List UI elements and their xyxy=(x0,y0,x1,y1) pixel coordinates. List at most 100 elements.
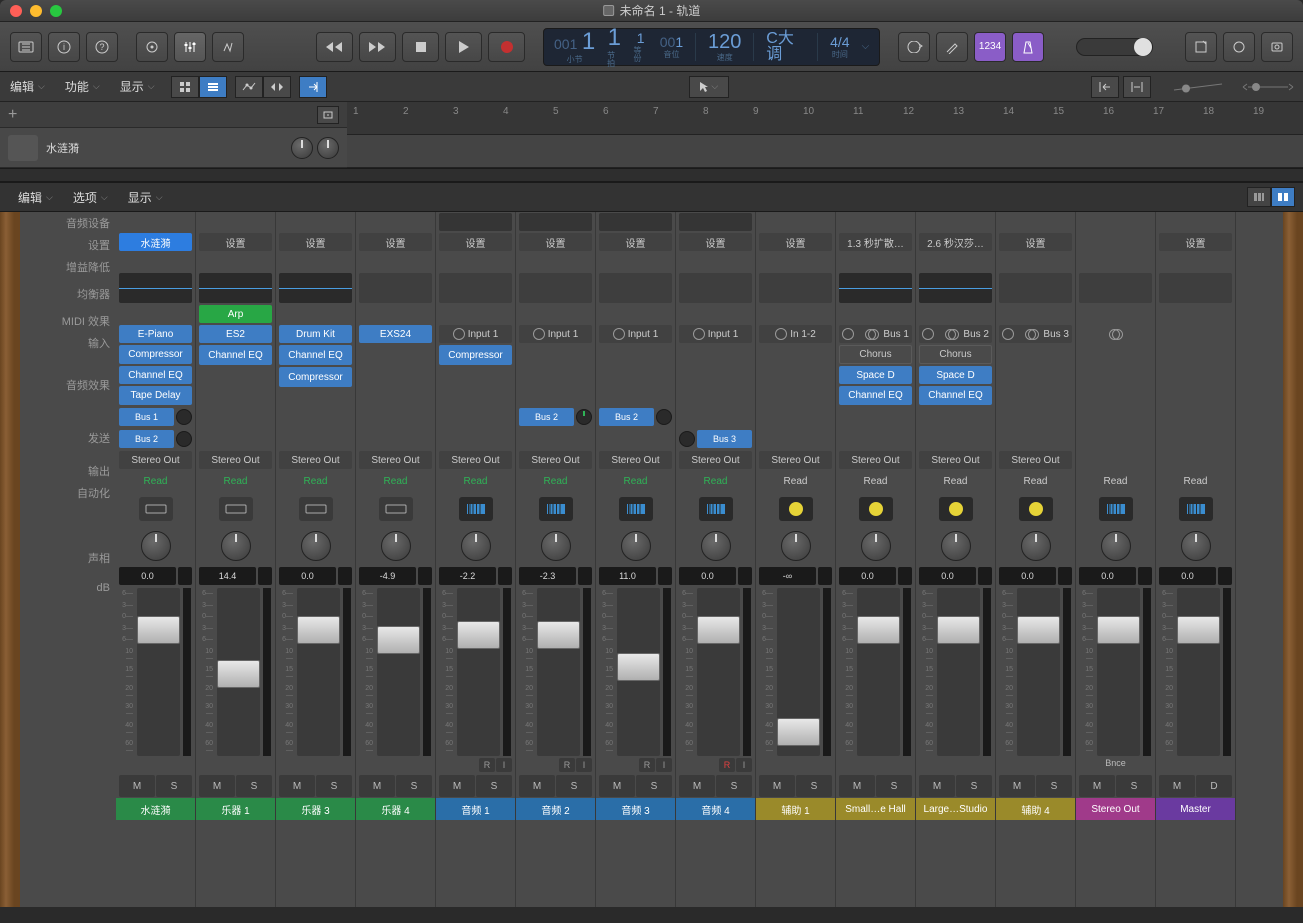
input-slot[interactable]: Bus 2 xyxy=(919,325,992,343)
automation-mode[interactable]: Read xyxy=(1079,471,1152,491)
db-value[interactable]: 0.0 xyxy=(279,567,336,585)
mute-button[interactable]: M xyxy=(1079,775,1115,797)
automation-mode[interactable]: Read xyxy=(759,471,832,491)
audiofx-slot[interactable]: Chorus xyxy=(919,345,992,364)
channel-name[interactable]: 辅助 4 xyxy=(996,798,1075,820)
input-slot[interactable]: In 1-2 xyxy=(759,325,832,343)
input-slot[interactable]: E-Piano xyxy=(119,325,192,343)
db-value[interactable]: 0.0 xyxy=(839,567,896,585)
minimize-window[interactable] xyxy=(30,5,42,17)
record-button[interactable] xyxy=(488,32,525,62)
mixer-wide-view[interactable] xyxy=(1271,187,1295,207)
channel-icon[interactable] xyxy=(219,497,253,521)
volume-fader[interactable] xyxy=(937,588,980,756)
view-grid[interactable] xyxy=(171,76,199,98)
mute-button[interactable]: M xyxy=(759,775,795,797)
pan-knob[interactable] xyxy=(1021,531,1051,561)
pan-knob[interactable] xyxy=(861,531,891,561)
channel-icon[interactable] xyxy=(859,497,893,521)
smart-controls-button[interactable] xyxy=(136,32,168,62)
solo-button[interactable]: S xyxy=(476,775,512,797)
db-value[interactable]: 0.0 xyxy=(919,567,976,585)
mixer-narrow-view[interactable] xyxy=(1247,187,1271,207)
send-slot[interactable]: Bus 2 xyxy=(519,408,574,426)
mixer-button[interactable] xyxy=(174,32,206,62)
track-vol-knob[interactable] xyxy=(291,137,313,159)
lcd-display[interactable]: 001 1小节 1节拍 1等份 001音位 120速度 C大调 4/4时间 ⌵ xyxy=(543,28,880,66)
channel-icon[interactable] xyxy=(1179,497,1213,521)
eq-thumbnail[interactable] xyxy=(439,273,512,303)
input-slot[interactable]: Drum Kit xyxy=(279,325,352,343)
input-monitor[interactable]: I xyxy=(576,758,592,772)
eq-thumbnail[interactable] xyxy=(999,273,1072,303)
solo-button[interactable]: S xyxy=(1036,775,1072,797)
automation-toggle[interactable] xyxy=(235,76,263,98)
output-slot[interactable]: Stereo Out xyxy=(679,451,752,469)
eq-thumbnail[interactable] xyxy=(519,273,592,303)
send-level-knob[interactable] xyxy=(576,409,592,425)
solo-button[interactable]: S xyxy=(236,775,272,797)
setting-slot[interactable]: 设置 xyxy=(199,233,272,251)
db-value[interactable]: 0.0 xyxy=(119,567,176,585)
setting-slot[interactable]: 2.6 秒汉莎… xyxy=(919,233,992,251)
eq-thumbnail[interactable] xyxy=(359,273,432,303)
mute-button[interactable]: M xyxy=(279,775,315,797)
help-button[interactable]: ? xyxy=(86,32,118,62)
output-slot[interactable]: Stereo Out xyxy=(119,451,192,469)
send-slot[interactable]: Bus 1 xyxy=(119,408,174,426)
send-level-knob[interactable] xyxy=(656,409,672,425)
pan-knob[interactable] xyxy=(1181,531,1211,561)
audio-device-slot[interactable] xyxy=(519,213,592,231)
automation-mode[interactable]: Read xyxy=(439,471,512,491)
pan-knob[interactable] xyxy=(621,531,651,561)
automation-mode[interactable]: Read xyxy=(199,471,272,491)
timeline-ruler[interactable]: 12345678910111213141516171819 xyxy=(347,102,1303,135)
eq-thumbnail[interactable] xyxy=(119,273,192,303)
automation-mode[interactable]: Read xyxy=(119,471,192,491)
audiofx-slot[interactable]: Space D xyxy=(839,366,912,385)
channel-name[interactable]: Master xyxy=(1156,798,1235,820)
db-value[interactable]: 0.0 xyxy=(1159,567,1216,585)
channel-icon[interactable] xyxy=(699,497,733,521)
channel-icon[interactable] xyxy=(1099,497,1133,521)
setting-slot[interactable]: 设置 xyxy=(679,233,752,251)
metronome-button[interactable] xyxy=(1012,32,1044,62)
channel-name[interactable]: Stereo Out xyxy=(1076,798,1155,820)
eq-thumbnail[interactable] xyxy=(759,273,832,303)
setting-slot[interactable]: 设置 xyxy=(599,233,672,251)
global-tracks-toggle[interactable] xyxy=(317,106,339,124)
volume-fader[interactable] xyxy=(617,588,660,756)
setting-slot[interactable]: 设置 xyxy=(359,233,432,251)
mute-button[interactable]: M xyxy=(679,775,715,797)
add-track-button[interactable]: + xyxy=(8,106,17,124)
mute-button[interactable]: M xyxy=(599,775,635,797)
send-level-knob[interactable] xyxy=(176,431,192,447)
mute-button[interactable]: M xyxy=(919,775,955,797)
volume-fader[interactable] xyxy=(377,588,420,756)
mixer-options-menu[interactable]: 选项 xyxy=(63,189,118,206)
vzoom[interactable] xyxy=(1163,76,1233,98)
pan-knob[interactable] xyxy=(941,531,971,561)
automation-mode[interactable]: Read xyxy=(519,471,592,491)
volume-fader[interactable] xyxy=(217,588,260,756)
output-slot[interactable]: Stereo Out xyxy=(839,451,912,469)
edit-menu[interactable]: 编辑 xyxy=(0,78,55,95)
channel-icon[interactable] xyxy=(619,497,653,521)
trim-end[interactable] xyxy=(1123,76,1151,98)
audiofx-slot[interactable]: Channel EQ xyxy=(919,386,992,405)
mute-button[interactable]: M xyxy=(199,775,235,797)
arrange-grid[interactable] xyxy=(347,135,1303,168)
input-slot[interactable]: Bus 1 xyxy=(839,325,912,343)
eq-thumbnail[interactable] xyxy=(919,273,992,303)
channel-name[interactable]: 水涟漪 xyxy=(116,798,195,820)
zoom-window[interactable] xyxy=(50,5,62,17)
db-value[interactable]: -2.2 xyxy=(439,567,496,585)
editors-button[interactable] xyxy=(212,32,244,62)
solo-button[interactable]: S xyxy=(156,775,192,797)
channel-icon[interactable] xyxy=(139,497,173,521)
volume-fader[interactable] xyxy=(137,588,180,756)
audiofx-slot[interactable]: Space D xyxy=(919,366,992,385)
volume-fader[interactable] xyxy=(1177,588,1220,756)
send-slot[interactable]: Bus 3 xyxy=(697,430,752,448)
output-slot[interactable]: Stereo Out xyxy=(279,451,352,469)
